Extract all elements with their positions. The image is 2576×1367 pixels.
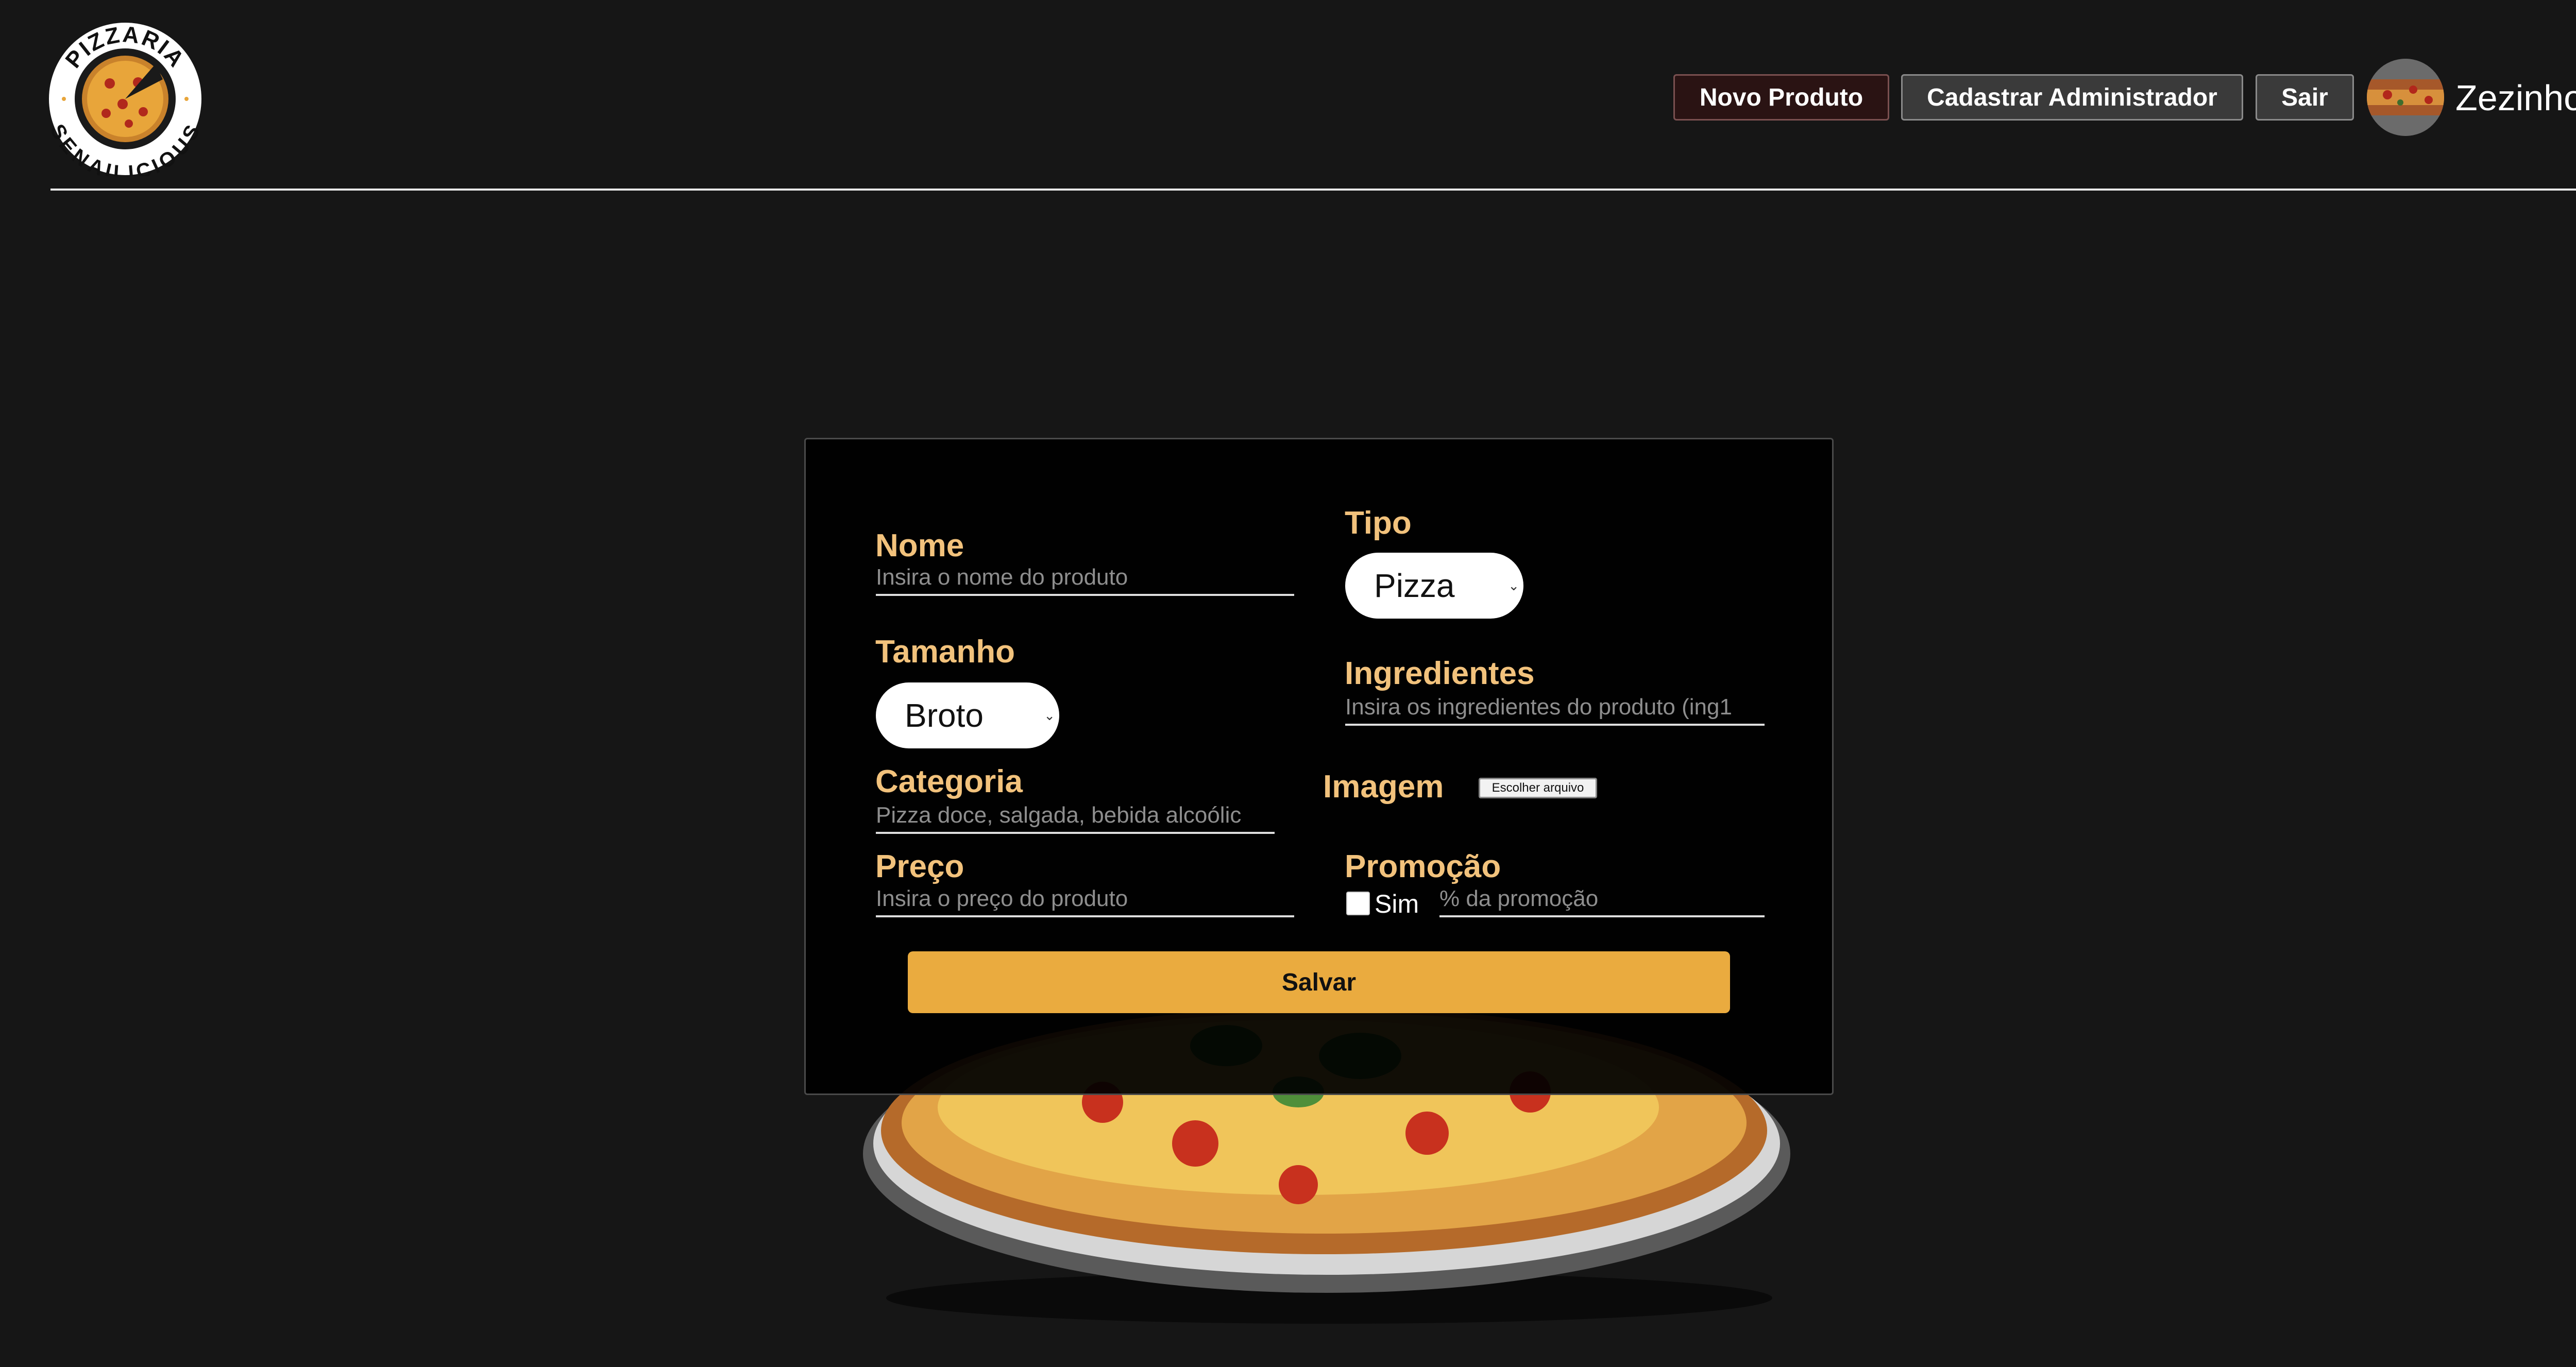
tipo-label: Tipo (1345, 505, 1412, 541)
tamanho-select[interactable]: Broto ⌄ (876, 682, 1059, 748)
pizzaria-logo[interactable]: PIZZARIA SENAILICIOUS (45, 22, 205, 184)
choose-file-button[interactable]: Escolher arquivo (1479, 778, 1597, 798)
tipo-select[interactable]: Pizza ⌄ (1345, 553, 1523, 619)
username: Zezinho (2455, 78, 2576, 118)
promocao-percent-input[interactable]: % da promoção (1439, 883, 1765, 917)
chevron-down-icon: ⌄ (1044, 708, 1055, 723)
nome-input[interactable]: Insira o nome do produto (876, 562, 1294, 596)
register-admin-button[interactable]: Cadastrar Administrador (1901, 74, 2243, 121)
categoria-label: Categoria (875, 764, 1023, 799)
promocao-checkbox[interactable] (1346, 892, 1370, 915)
user-avatar[interactable] (2367, 59, 2444, 136)
ingredientes-label: Ingredientes (1345, 656, 1535, 691)
ingredientes-input[interactable]: Insira os ingredientes do produto (ing1 (1345, 692, 1765, 726)
promocao-checkbox-label: Sim (1375, 890, 1419, 918)
logout-button[interactable]: Sair (2256, 74, 2354, 121)
save-button[interactable]: Salvar (908, 951, 1730, 1013)
nome-label: Nome (875, 528, 964, 563)
promocao-label: Promoção (1345, 849, 1501, 884)
product-form: Nome Insira o nome do produto Tipo Pizza… (804, 438, 1834, 1095)
tamanho-selected-value: Broto (905, 697, 984, 734)
preco-input[interactable]: Insira o preço do produto (876, 883, 1294, 917)
tamanho-label: Tamanho (875, 634, 1015, 670)
imagem-label: Imagem (1323, 769, 1444, 805)
tipo-selected-value: Pizza (1374, 567, 1455, 604)
new-product-button[interactable]: Novo Produto (1673, 74, 1889, 121)
chevron-down-icon: ⌄ (1508, 578, 1519, 593)
preco-label: Preço (875, 849, 964, 884)
categoria-input[interactable]: Pizza doce, salgada, bebida alcoólic (876, 800, 1275, 834)
header-divider (50, 189, 2576, 191)
